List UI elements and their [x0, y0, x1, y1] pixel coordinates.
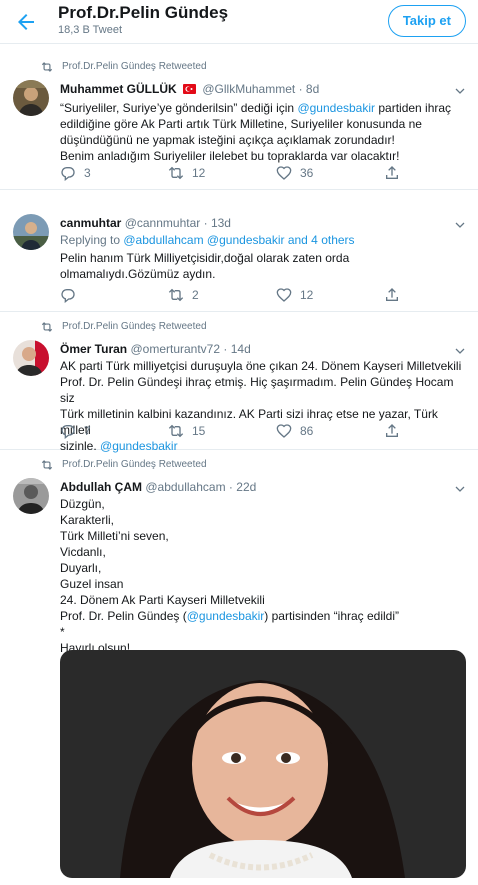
author-handle[interactable]: @abdullahcam: [145, 480, 225, 494]
timestamp[interactable]: 14d: [231, 342, 251, 356]
text-line: Pelin hanım Türk Milliyetçisidir,doğal o…: [60, 251, 350, 265]
chevron-down-icon[interactable]: [454, 85, 466, 97]
tweet-header: Abdullah ÇAM @abdullahcam · 22d: [60, 480, 450, 496]
retweet-icon: [41, 460, 53, 470]
retweet-count: 12: [192, 166, 206, 180]
heart-icon: [276, 288, 292, 302]
like-count: 86: [300, 424, 314, 438]
separator-dot: ·: [203, 216, 208, 230]
like-count: 12: [300, 288, 314, 302]
tweet-actions: 7 15 86: [60, 423, 466, 439]
separator-dot: ·: [228, 480, 233, 494]
text-line: *: [60, 625, 65, 639]
tweet-item[interactable]: canmuhtar @cannmuhtar · 13d Replying to …: [0, 190, 478, 312]
reply-icon: [61, 425, 75, 439]
follow-button[interactable]: Takip et: [387, 5, 466, 37]
tweet-item[interactable]: Prof.Dr.Pelin Gündeş Retweeted Muhammet …: [0, 52, 478, 190]
chevron-down-icon[interactable]: [454, 483, 466, 495]
separator-dot: ·: [223, 342, 228, 356]
reply-count: 7: [84, 424, 91, 438]
retweet-label: Prof.Dr.Pelin Gündeş Retweeted: [62, 459, 207, 470]
chevron-down-icon[interactable]: [454, 219, 466, 231]
avatar[interactable]: [13, 80, 49, 116]
author-name[interactable]: Ömer Turan: [60, 342, 127, 356]
text-line: Benim anladığım Suriyeliler ilelebet bu …: [60, 149, 400, 163]
text-line: Karakterli,: [60, 513, 115, 527]
text-line: Türk Milleti’ni seven,: [60, 529, 169, 543]
retweet-label: Prof.Dr.Pelin Gündeş Retweeted: [62, 321, 207, 332]
reply-icon: [61, 289, 75, 303]
tweet-header: Ömer Turan @omerturantv72 · 14d: [60, 342, 450, 358]
chevron-down-icon[interactable]: [454, 345, 466, 357]
reply-icon: [61, 167, 75, 181]
retweet-icon: [41, 62, 53, 72]
heart-icon: [276, 424, 292, 438]
avatar[interactable]: [13, 214, 49, 250]
text-line: Düzgün,: [60, 497, 105, 511]
retweet-icon: [41, 322, 53, 332]
retweet-icon: [168, 424, 184, 438]
replying-to: Replying to @abdullahcam @gundesbakir an…: [60, 233, 355, 247]
like-count: 36: [300, 166, 314, 180]
tweet-text: “Suriyeliler, Suriye’ye gönderilsin” ded…: [60, 100, 466, 164]
text-line: Vicdanlı,: [60, 545, 106, 559]
tweet-text: Düzgün, Karakterli, Türk Milleti’ni seve…: [60, 496, 466, 656]
mention-link[interactable]: @gundesbakir: [297, 101, 375, 115]
author-name[interactable]: canmuhtar: [60, 216, 121, 230]
text-segment: “Suriyeliler, Suriye’ye gönderilsin” ded…: [60, 101, 298, 115]
author-name[interactable]: Muhammet GÜLLÜK: [60, 82, 177, 96]
text-line: olmamalıydı.Gözümüz aydın.: [60, 267, 216, 281]
tweet-item[interactable]: Prof.Dr.Pelin Gündeş Retweeted Ömer Tura…: [0, 312, 478, 453]
tweet-header: canmuhtar @cannmuhtar · 13d: [60, 216, 450, 232]
timestamp[interactable]: 13d: [211, 216, 231, 230]
heart-icon: [276, 166, 292, 180]
back-arrow-icon[interactable]: [14, 10, 38, 34]
share-icon: [386, 288, 398, 301]
text-line: Duyarlı,: [60, 561, 102, 575]
text-segment: ) partisinden “ihraç edildi”: [264, 609, 400, 623]
retweet-icon: [168, 166, 184, 180]
retweet-count: 2: [192, 288, 199, 302]
avatar[interactable]: [13, 478, 49, 514]
timestamp[interactable]: 22d: [236, 480, 256, 494]
text-segment: Prof. Dr. Pelin Gündeş (: [60, 609, 187, 623]
text-line: Prof. Dr. Pelin Gündeşi ihraç etmiş. Hiç…: [60, 375, 454, 405]
retweet-label: Prof.Dr.Pelin Gündeş Retweeted: [62, 61, 207, 72]
tweet-count: 18,3 B Tweet: [58, 24, 123, 36]
tweet-text: AK parti Türk milliyetçisi duruşuyla öne…: [60, 358, 466, 454]
separator-dot: ·: [298, 82, 303, 96]
text-line: düşündüğünü ne yapmak isteğini açıkça aç…: [60, 133, 395, 147]
text-line: Guzel insan: [60, 577, 124, 591]
share-icon: [386, 166, 398, 179]
turkish-flag-icon: [183, 84, 197, 94]
tweet-photo[interactable]: [60, 650, 466, 878]
retweet-icon: [168, 288, 184, 302]
text-line: edildiğine göre Ak Parti artık Türk Mill…: [60, 117, 422, 131]
profile-header: Prof.Dr.Pelin Gündeş 18,3 B Tweet Takip …: [0, 0, 478, 44]
timestamp[interactable]: 8d: [306, 82, 319, 96]
text-line: AK parti Türk milliyetçisi duruşuyla öne…: [60, 359, 462, 373]
profile-name: Prof.Dr.Pelin Gündeş: [58, 3, 229, 22]
tweet-actions: 3 12 36: [60, 165, 466, 181]
author-handle[interactable]: @cannmuhtar: [125, 216, 201, 230]
text-line: 24. Dönem Ak Parti Kayseri Milletvekili: [60, 593, 265, 607]
reply-count: 3: [84, 166, 91, 180]
tweet-header: Muhammet GÜLLÜK @GllkMuhammet · 8d: [60, 82, 450, 98]
retweet-count: 15: [192, 424, 206, 438]
text-segment: partiden ihraç: [375, 101, 452, 115]
author-handle[interactable]: @GllkMuhammet: [202, 82, 295, 96]
author-handle[interactable]: @omerturantv72: [130, 342, 220, 356]
share-icon: [386, 424, 398, 437]
tweet-item[interactable]: Prof.Dr.Pelin Gündeş Retweeted Abdullah …: [0, 450, 478, 885]
mention-link[interactable]: @gundesbakir: [187, 609, 265, 623]
author-name[interactable]: Abdullah ÇAM: [60, 480, 142, 494]
avatar[interactable]: [13, 340, 49, 376]
tweet-text: Pelin hanım Türk Milliyetçisidir,doğal o…: [60, 250, 466, 282]
tweet-actions: 2 12: [60, 287, 466, 303]
replying-to-label: Replying to: [60, 233, 124, 247]
replying-to-mentions[interactable]: @abdullahcam @gundesbakir and 4 others: [123, 233, 354, 247]
